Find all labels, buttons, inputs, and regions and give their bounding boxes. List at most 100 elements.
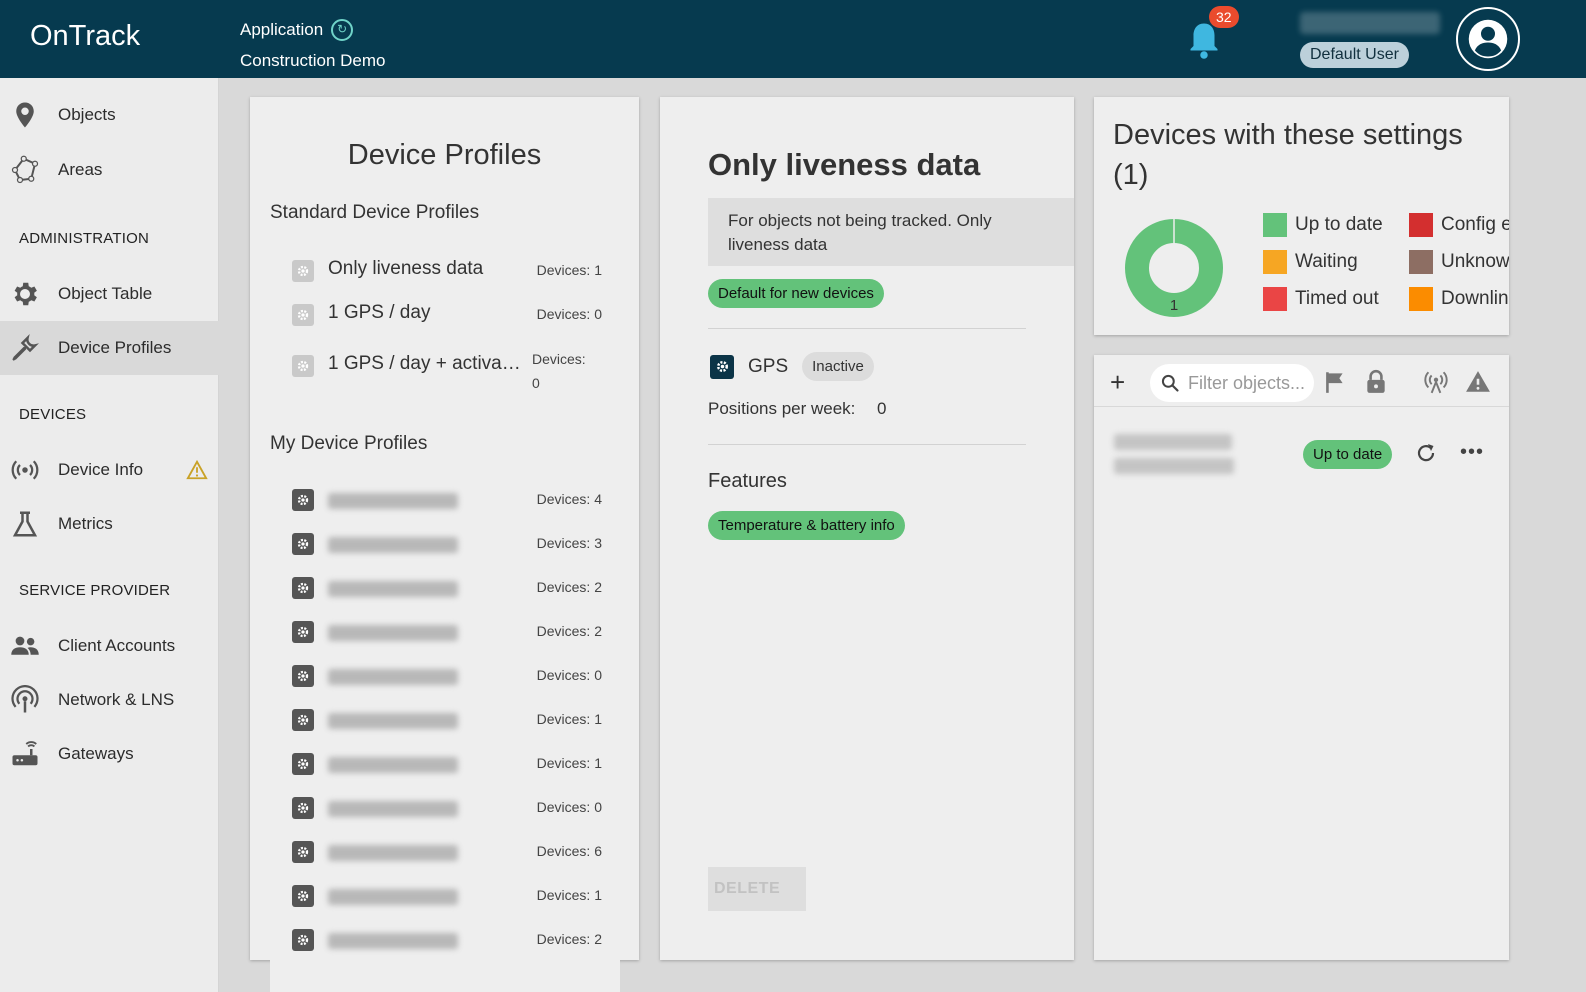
features-heading: Features — [708, 470, 787, 492]
legend-item: Waiting — [1263, 250, 1358, 274]
legend-label: Unknow — [1441, 251, 1509, 272]
search-box[interactable] — [1150, 364, 1314, 402]
legend-label: Downlin — [1441, 288, 1509, 309]
profile-row[interactable]: 1 GPS / day + activa… Devices: 0 — [292, 347, 612, 395]
profile-name: 1 GPS / day — [328, 302, 431, 323]
sidebar-item-areas[interactable]: Areas — [0, 143, 219, 197]
panel-overflow — [270, 960, 620, 992]
gear-icon — [292, 709, 314, 731]
application-selector[interactable]: Application ↻ Construction Demo — [240, 14, 386, 76]
legend-item: Up to date — [1263, 213, 1383, 237]
sidebar-item-client-accounts[interactable]: Client Accounts — [0, 619, 219, 673]
more-options-icon[interactable]: ••• — [1460, 441, 1484, 464]
search-input[interactable] — [1188, 372, 1308, 394]
profile-title: Only liveness data — [708, 147, 981, 182]
profile-name-blurred — [328, 801, 458, 817]
default-chip: Default for new devices — [708, 279, 884, 308]
standard-profiles-heading: Standard Device Profiles — [270, 202, 480, 223]
app-header: OnTrack Application ↻ Construction Demo … — [0, 0, 1586, 78]
avatar[interactable] — [1456, 7, 1520, 71]
polygon-icon — [11, 155, 39, 184]
sidebar-item-device-profiles[interactable]: Device Profiles — [0, 321, 219, 375]
profile-row[interactable]: Devices: 1 — [292, 745, 612, 785]
legend-swatch — [1263, 287, 1287, 311]
warning-icon[interactable] — [1465, 369, 1491, 395]
gps-label: GPS — [748, 355, 789, 377]
sidebar: Objects Areas ADMINISTRATION Object Tabl… — [0, 78, 219, 992]
flask-icon — [12, 511, 38, 537]
sidebar-item-label: Client Accounts — [58, 636, 176, 655]
panel-clip: Devices with these settings (1) 1 Up to … — [1094, 97, 1509, 335]
profile-row[interactable]: Devices: 2 — [292, 569, 612, 609]
profile-name-blurred — [328, 537, 458, 553]
router-icon — [12, 741, 38, 766]
positions-per-week-value: 0 — [877, 399, 887, 418]
add-device-button[interactable]: + — [1110, 367, 1125, 398]
application-name: Construction Demo — [240, 51, 386, 70]
status-donut-chart[interactable]: 1 — [1124, 218, 1224, 318]
profile-device-count: Devices: 0 — [532, 347, 592, 395]
profile-row[interactable]: Devices: 0 — [292, 789, 612, 829]
gear-icon — [292, 260, 314, 282]
legend-swatch — [1263, 250, 1287, 274]
location-pin-icon — [16, 102, 34, 128]
devices-settings-panel: Devices with these settings (1) 1 Up to … — [1094, 97, 1509, 335]
sidebar-item-objects[interactable]: Objects — [0, 88, 219, 142]
profile-row[interactable]: Devices: 6 — [292, 833, 612, 873]
profile-row[interactable]: Devices: 1 — [292, 877, 612, 917]
refresh-icon[interactable] — [1414, 441, 1438, 465]
gear-icon[interactable] — [710, 354, 734, 379]
gear-icon — [292, 533, 314, 555]
lock-icon[interactable] — [1363, 369, 1389, 395]
page-title: Device Profiles — [347, 139, 542, 171]
gear-icon — [292, 929, 314, 951]
antenna-icon — [11, 685, 39, 713]
feature-chip: Temperature & battery info — [708, 511, 905, 540]
sidebar-item-network-lns[interactable]: Network & LNS — [0, 673, 219, 727]
profile-row[interactable]: Devices: 2 — [292, 613, 612, 653]
profile-device-count: Devices: 1 — [536, 887, 602, 903]
sidebar-item-label: Network & LNS — [58, 690, 175, 709]
profile-row[interactable]: Only liveness data Devices: 1 — [292, 252, 612, 292]
gear-icon — [292, 841, 314, 863]
profile-row[interactable]: Devices: 1 — [292, 701, 612, 741]
app-logo[interactable]: OnTrack — [30, 20, 140, 53]
sync-icon[interactable]: ↻ — [331, 18, 354, 41]
sidebar-item-metrics[interactable]: Metrics — [0, 497, 219, 551]
profile-name-blurred — [328, 845, 458, 861]
wrench-icon — [12, 334, 39, 361]
profile-name: Only liveness data — [328, 258, 484, 279]
gear-icon — [292, 753, 314, 775]
application-label: Application — [240, 20, 324, 39]
sidebar-item-gateways[interactable]: Gateways — [0, 727, 219, 781]
profile-row[interactable]: 1 GPS / day Devices: 0 — [292, 296, 612, 336]
profile-name-blurred — [328, 933, 458, 949]
gear-icon — [292, 621, 314, 643]
broadcast-icon — [11, 460, 39, 480]
devices-list-panel: + Up to date ••• — [1094, 355, 1509, 960]
profile-device-count: Devices: 0 — [536, 667, 602, 683]
sidebar-item-label: Objects — [58, 105, 116, 124]
device-profiles-panel: Device Profiles Standard Device Profiles… — [250, 97, 639, 960]
legend-swatch — [1409, 250, 1433, 274]
legend-label: Up to date — [1295, 214, 1383, 235]
divider — [708, 444, 1026, 445]
section-service-provider: SERVICE PROVIDER — [19, 582, 171, 599]
gear-icon — [14, 282, 37, 306]
profile-row[interactable]: Devices: 0 — [292, 657, 612, 697]
profile-row[interactable]: Devices: 2 — [292, 921, 612, 961]
flag-icon[interactable] — [1322, 369, 1348, 395]
signal-tower-icon[interactable] — [1423, 369, 1449, 395]
profile-description: For objects not being tracked. Only live… — [708, 198, 1074, 266]
profile-device-count: Devices: 6 — [536, 843, 602, 859]
sidebar-item-label: Device Profiles — [58, 338, 172, 357]
delete-button[interactable]: DELETE — [708, 867, 806, 911]
profile-device-count: Devices: 0 — [536, 799, 602, 815]
profile-row[interactable]: Devices: 4 — [292, 481, 612, 521]
donut-label: 1 — [1170, 297, 1178, 314]
profile-row[interactable]: Devices: 3 — [292, 525, 612, 565]
sidebar-item-device-info[interactable]: Device Info — [0, 443, 219, 497]
sidebar-item-object-table[interactable]: Object Table — [0, 267, 219, 321]
profile-name-blurred — [328, 581, 458, 597]
legend-item: Unknow — [1409, 250, 1509, 274]
